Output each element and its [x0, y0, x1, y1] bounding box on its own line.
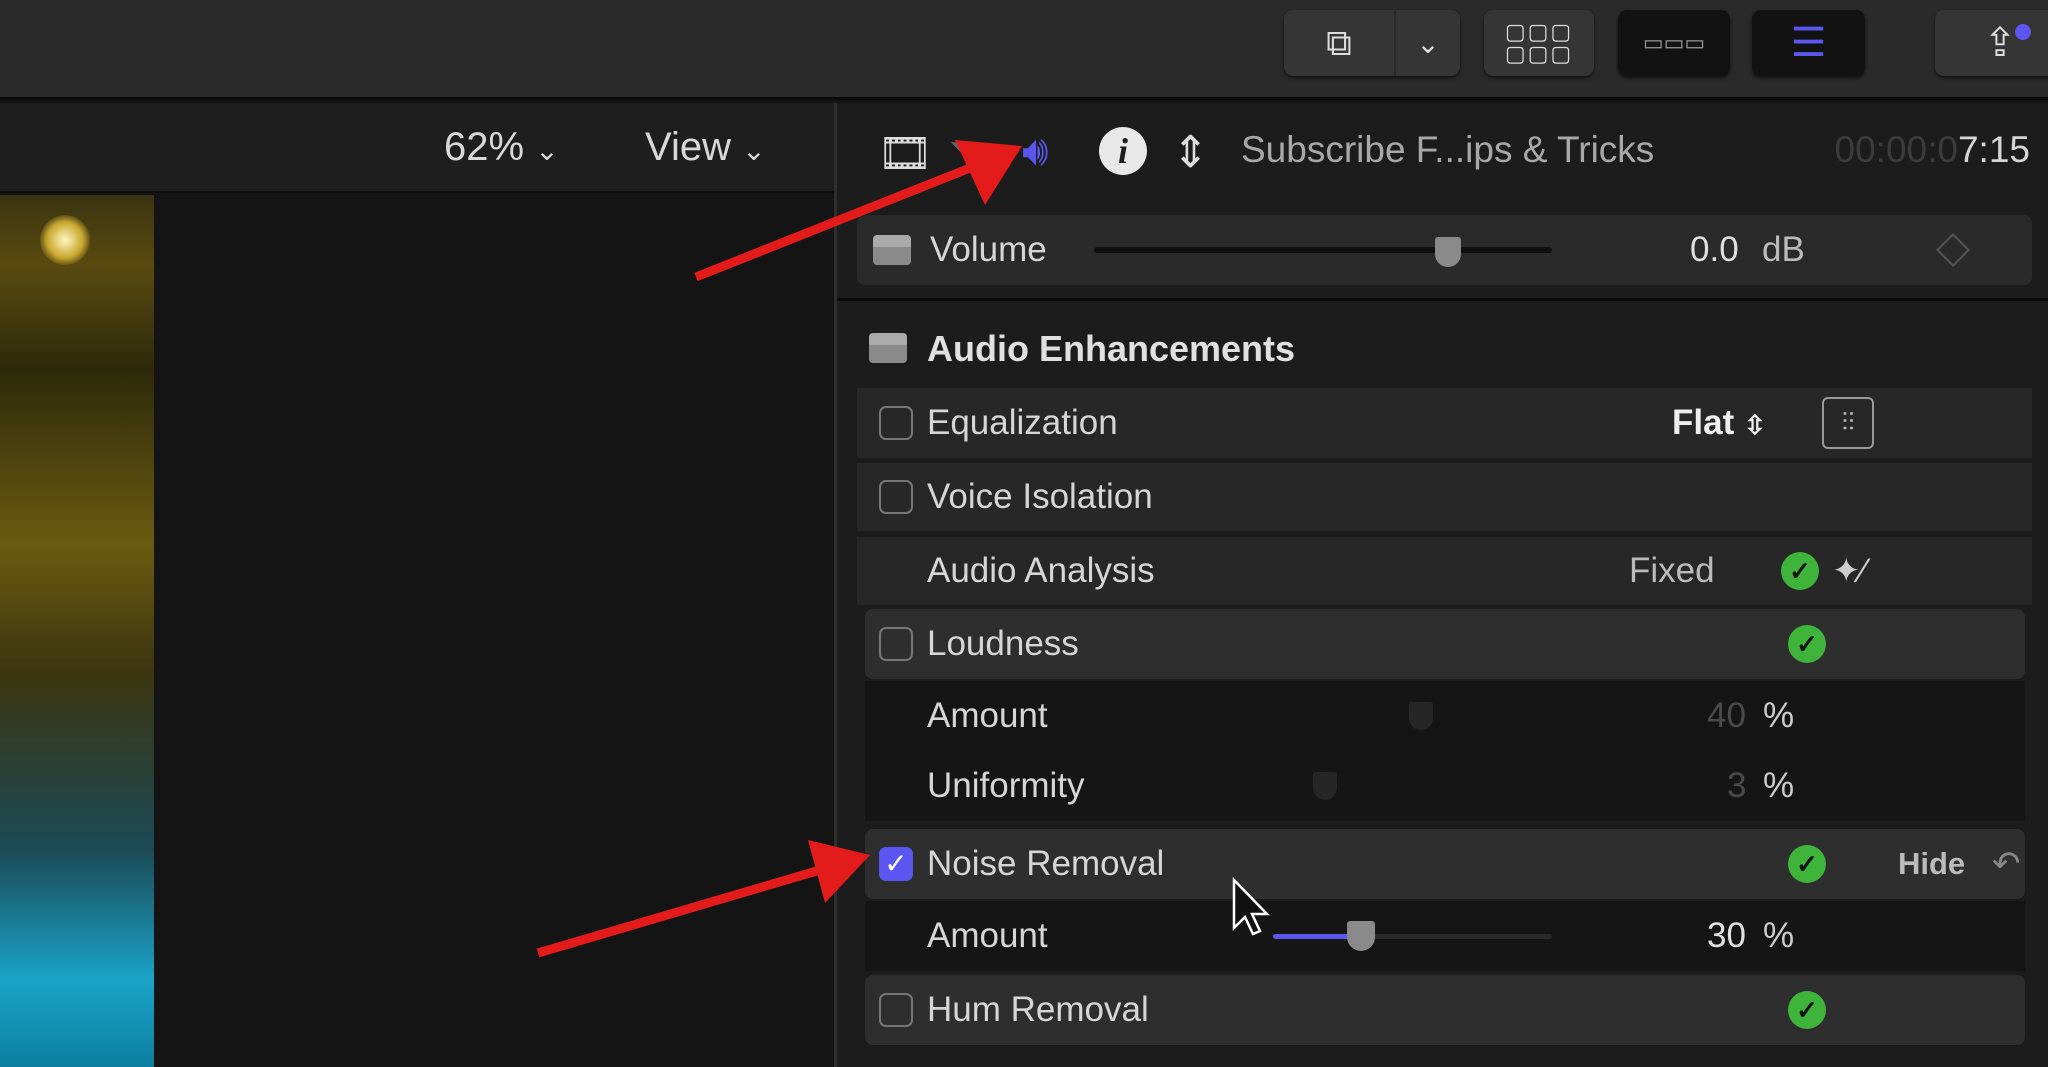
- mouse-cursor-icon: [1234, 880, 1267, 934]
- red-arrow-annotation: [696, 140, 1022, 277]
- annotation-overlay: [0, 0, 2048, 1067]
- red-arrow-annotation: [538, 840, 870, 953]
